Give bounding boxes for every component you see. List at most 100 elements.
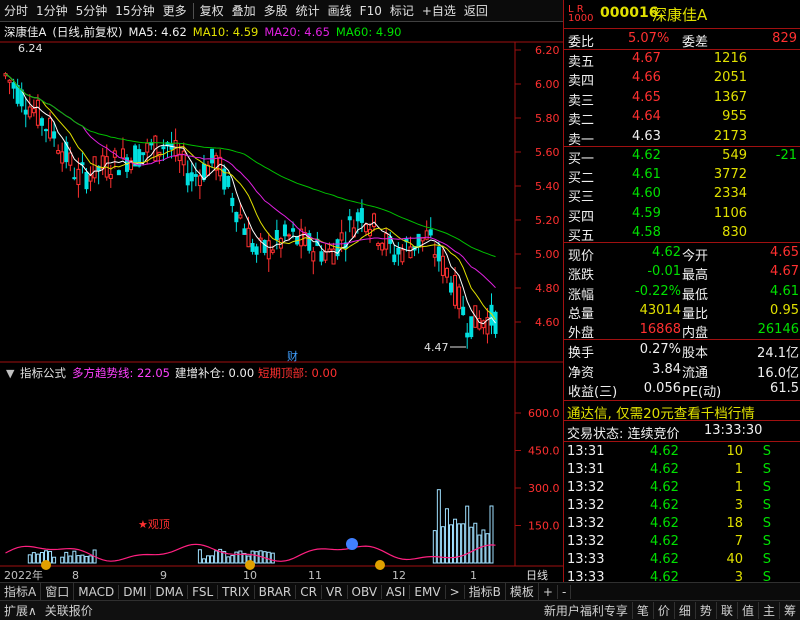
candle-body <box>465 332 470 338</box>
indicator-tab[interactable]: FSL <box>188 584 219 599</box>
bid-row: 买一 4.62 549 -21 <box>564 146 800 167</box>
indicator-tab[interactable]: ASI <box>382 584 411 599</box>
candle-body <box>444 267 449 278</box>
bid-price: 4.59 <box>632 205 661 221</box>
indicator-tab[interactable]: OBV <box>348 584 383 599</box>
indicator-tab[interactable]: VR <box>322 584 348 599</box>
candle-body <box>56 150 61 154</box>
promo-banner[interactable]: 通达信, 仅需20元查看千档行情 <box>564 400 800 422</box>
tick-row: 13:32 4.62 18 S <box>564 514 800 534</box>
candle-body <box>48 117 53 139</box>
kline-chart[interactable]: 6.20 6.00 5.80 5.60 5.40 5.20 5.00 4.80 4.60 6.2… <box>0 0 563 582</box>
tick-row: 13:32 4.62 3 S <box>564 496 800 516</box>
indicator-tab[interactable]: - <box>558 584 572 599</box>
candle-body <box>254 246 259 255</box>
fundamental-row: 净资 3.84 流通 16.0亿 <box>564 360 800 381</box>
tab-shi[interactable]: 势 <box>694 602 716 619</box>
ask-label: 卖二 <box>568 113 595 129</box>
bid-row: 买三 4.60 2334 <box>564 184 800 205</box>
tab-xi[interactable]: 细 <box>673 602 695 619</box>
indicator-bars <box>27 489 494 564</box>
tick-row: 13:32 4.62 1 S <box>564 478 800 498</box>
candle-body <box>218 156 223 177</box>
bid-volume: 2334 <box>713 186 747 202</box>
weicha-value: 829 <box>772 31 797 46</box>
stock-header: L R 1000 000016 深康佳A <box>564 2 800 26</box>
indicator-tick-label: 150.0 <box>528 520 560 533</box>
bid-label: 买五 <box>568 228 595 244</box>
fundamental-row: 收益(三) 0.056 PE(动) 61.5 <box>564 379 800 400</box>
promo-text[interactable]: 通达信, 仅需20元查看千档行情 <box>567 402 755 422</box>
price-axis: 6.20 6.00 5.80 5.60 5.40 5.20 5.00 4.80 4.60 <box>535 44 560 329</box>
indicator-tab[interactable]: EMV <box>410 584 446 599</box>
indicator-bar <box>27 554 32 564</box>
candle-body <box>319 251 324 262</box>
fund-label: 净资 <box>568 365 595 381</box>
indicator-tab[interactable]: CR <box>296 584 322 599</box>
indicator-tab[interactable]: DMA <box>151 584 189 599</box>
new-user-welfare[interactable]: 新用户福利专享 <box>540 602 632 619</box>
price-tick-label: 5.20 <box>535 214 560 227</box>
candle-body <box>432 254 437 258</box>
tick-price: 4.62 <box>650 444 679 459</box>
indicator-bar <box>266 551 271 564</box>
ask-price: 4.66 <box>632 70 661 86</box>
quote-value: 16868 <box>639 322 681 338</box>
quote-label: 涨跌 <box>568 268 595 284</box>
indicator-tab[interactable]: 指标A <box>0 583 42 600</box>
weicha-label: 委差 <box>682 35 709 50</box>
tab-chou[interactable]: 筹 <box>778 602 800 619</box>
candle-body <box>68 152 73 166</box>
candle-body <box>11 82 16 89</box>
bid-row: 买四 4.59 1106 <box>564 204 800 225</box>
quote-label: 现价 <box>568 249 595 264</box>
indicator-tab[interactable]: DMI <box>119 584 152 599</box>
ask-label: 卖三 <box>568 93 595 109</box>
tab-lian[interactable]: 联 <box>715 602 737 619</box>
trade-status-time: 13:33:30 <box>704 423 763 438</box>
bid-row: 买二 4.61 3772 <box>564 165 800 186</box>
related-quote-button[interactable]: 关联报价 <box>41 602 97 619</box>
tab-zhu[interactable]: 主 <box>757 602 779 619</box>
tab-bi[interactable]: 笔 <box>631 602 653 619</box>
indicator-tab[interactable]: TRIX <box>218 584 255 599</box>
indicator-collapse-icon[interactable]: ▼ <box>6 367 15 380</box>
bid-price: 4.60 <box>632 186 661 202</box>
indicator-tab[interactable]: MACD <box>74 584 120 599</box>
bid-price: 4.62 <box>632 148 661 163</box>
tab-jia[interactable]: 价 <box>652 602 674 619</box>
cai-marker[interactable]: 财 <box>287 349 298 363</box>
bid-row: 买五 4.58 830 <box>564 223 800 244</box>
indicator-bar <box>444 508 449 564</box>
candle-body <box>141 152 146 156</box>
ask-volume: 955 <box>722 109 747 125</box>
indicator-tab[interactable]: > <box>446 584 465 599</box>
ask-price: 4.63 <box>632 128 661 144</box>
indicator-tab[interactable]: 模板 <box>506 583 539 600</box>
quote-label: 今开 <box>682 249 709 264</box>
indicator-tab[interactable]: BRAR <box>255 584 297 599</box>
tick-side: S <box>762 552 771 567</box>
indicator-name[interactable]: 指标公式 <box>20 366 66 380</box>
quote-value: 4.62 <box>652 245 681 260</box>
tick-price: 4.62 <box>650 552 679 567</box>
price-tick-label: 6.20 <box>535 44 560 57</box>
tick-side: S <box>762 480 771 495</box>
quote-value: 43014 <box>639 302 681 318</box>
indicator-tab[interactable]: 窗口 <box>41 583 75 600</box>
candle-body <box>372 213 377 228</box>
candle-body <box>457 286 462 310</box>
period-label[interactable]: 日线 <box>526 568 548 582</box>
indicator-bar <box>201 558 206 564</box>
tab-zhi[interactable]: 值 <box>736 602 758 619</box>
ask-price: 4.64 <box>632 109 661 125</box>
ask-row: 卖四 4.66 2051 <box>564 68 800 89</box>
price-tick-label: 4.80 <box>535 282 560 295</box>
indicator-bar <box>60 556 65 564</box>
tick-time: 13:32 <box>567 480 605 495</box>
candle-body <box>327 248 332 252</box>
indicator-tab[interactable]: 指标B <box>465 583 506 600</box>
indicator-tab[interactable]: + <box>539 584 558 599</box>
expand-button[interactable]: 扩展∧ <box>0 602 41 619</box>
candle-body <box>363 224 368 233</box>
